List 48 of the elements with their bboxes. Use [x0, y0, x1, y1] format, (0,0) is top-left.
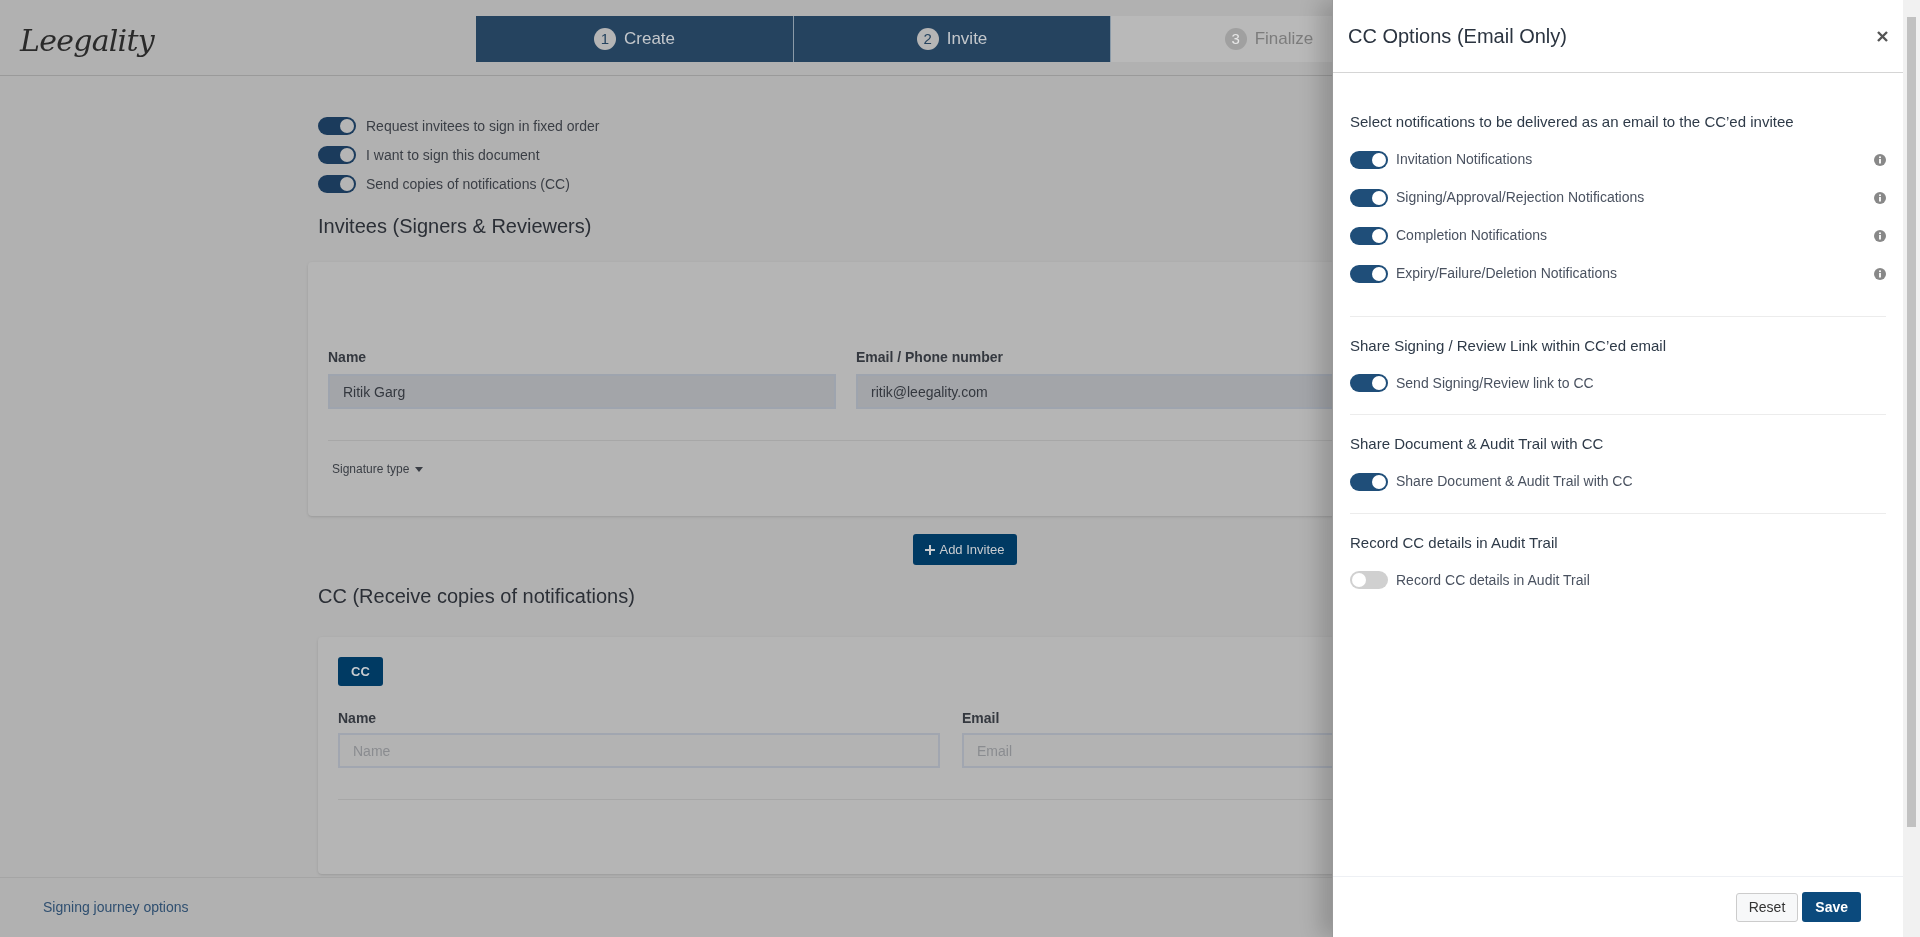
option-label: Send copies of notifications (CC): [366, 174, 570, 194]
reset-button[interactable]: Reset: [1735, 892, 1799, 922]
info-icon[interactable]: [1874, 191, 1886, 204]
info-icon[interactable]: [1874, 153, 1886, 166]
section-heading: Select notifications to be delivered as an email to the CC’ed invitee: [1350, 112, 1795, 132]
section-heading: Share Document & Audit Trail with CC: [1350, 434, 1605, 454]
section-heading: Invitees (Signers & Reviewers): [318, 214, 592, 239]
toggle-switch[interactable]: [1350, 571, 1388, 589]
close-icon[interactable]: [1877, 30, 1888, 42]
cc-tab-button[interactable]: CC: [338, 657, 383, 686]
toggle-label: Record CC details in Audit Trail: [1396, 570, 1590, 590]
add-invitee-button[interactable]: Add Invitee: [913, 534, 1017, 565]
text-field[interactable]: Ritik Garg: [328, 374, 836, 409]
toggle-switch[interactable]: [1350, 264, 1388, 283]
field-label: Email / Phone number: [856, 348, 1005, 367]
step-tab[interactable]: 2 Invite: [793, 16, 1110, 62]
info-icon[interactable]: [1874, 229, 1886, 242]
field-label: Email: [962, 709, 1001, 728]
logo: Leegality: [20, 22, 154, 60]
signing-journey-options-link[interactable]: Signing journey options: [43, 897, 189, 918]
toggle-switch[interactable]: [318, 146, 356, 164]
toggle-switch[interactable]: [1350, 150, 1388, 169]
toggle-switch[interactable]: [318, 175, 356, 193]
info-icon[interactable]: [1874, 267, 1886, 280]
section-heading: CC (Receive copies of notifications): [318, 584, 635, 609]
option-label: Request invitees to sign in fixed order: [366, 116, 600, 136]
toggle-label: Send Signing/Review link to CC: [1396, 373, 1594, 393]
toggle-label: Expiry/Failure/Deletion Notifications: [1396, 264, 1617, 283]
toggle-label: Share Document & Audit Trail with CC: [1396, 472, 1633, 491]
toggle-switch[interactable]: [1350, 226, 1388, 245]
signature-type-dropdown[interactable]: Signature type: [332, 460, 424, 478]
step-tab[interactable]: 1 Create: [476, 16, 793, 62]
toggle-switch[interactable]: [1350, 472, 1388, 491]
toggle-label: Signing/Approval/Rejection Notifications: [1396, 188, 1645, 207]
toggle-label: Completion Notifications: [1396, 226, 1547, 245]
scrollbar[interactable]: [1903, 0, 1920, 937]
section-heading: Record CC details in Audit Trail: [1350, 532, 1559, 553]
option-label: I want to sign this document: [366, 145, 540, 165]
field-label: Name: [338, 709, 378, 728]
toggle-switch[interactable]: [1350, 374, 1388, 392]
caret-icon: [415, 466, 424, 472]
toggle-switch[interactable]: [1350, 188, 1388, 207]
section-heading: Share Signing / Review Link within CC’ed email: [1350, 335, 1667, 356]
toggle-label: Invitation Notifications: [1396, 150, 1533, 169]
toggle-switch[interactable]: [318, 117, 356, 135]
save-button[interactable]: Save: [1802, 892, 1861, 922]
field-label: Name: [328, 348, 368, 367]
plus-icon: [925, 544, 936, 555]
